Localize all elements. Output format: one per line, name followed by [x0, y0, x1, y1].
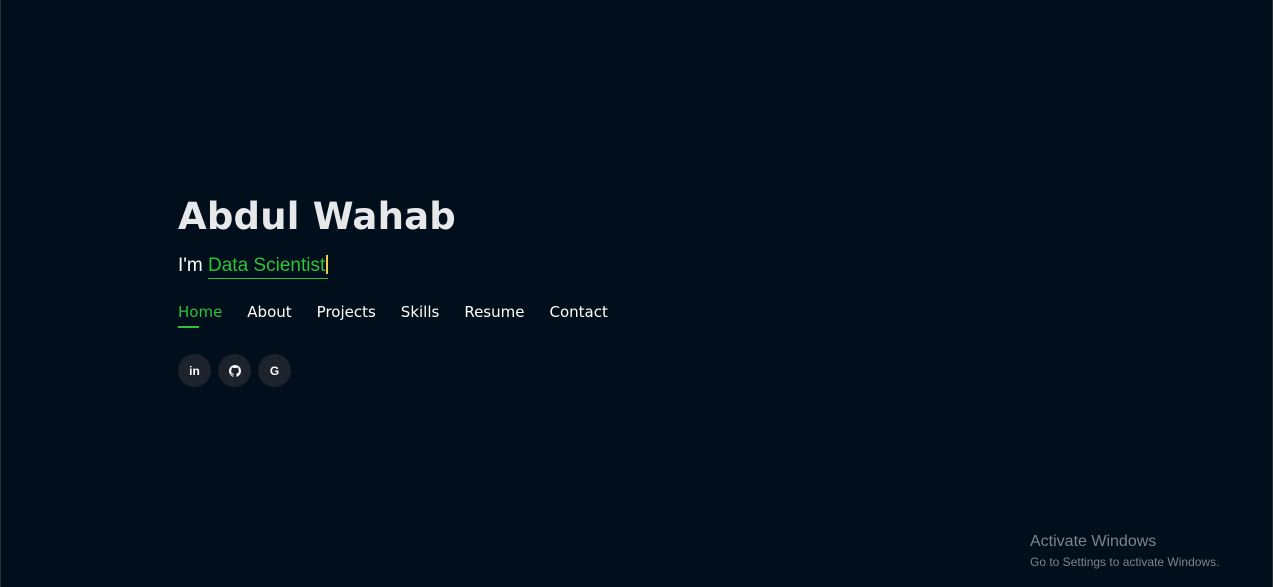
linkedin-button[interactable]: in	[178, 354, 211, 387]
nav-resume[interactable]: Resume	[464, 302, 524, 328]
nav-contact[interactable]: Contact	[549, 302, 607, 328]
typed-role: Data Scientist	[208, 255, 329, 279]
nav-home[interactable]: Home	[178, 302, 222, 328]
nav-skills[interactable]: Skills	[401, 302, 440, 328]
github-button[interactable]	[218, 354, 251, 387]
main-nav: Home About Projects Skills Resume Contac…	[178, 302, 633, 328]
hero-subtitle: I'm Data Scientist	[178, 254, 633, 279]
github-icon	[228, 364, 241, 377]
nav-projects[interactable]: Projects	[317, 302, 376, 328]
hero-section: Abdul Wahab I'm Data Scientist Home Abou…	[178, 193, 633, 387]
nav-about[interactable]: About	[247, 302, 291, 328]
watermark-title: Activate Windows	[1030, 533, 1157, 550]
linkedin-icon: in	[189, 363, 200, 378]
activate-windows-watermark: Activate Windows Go to Settings to activ…	[1030, 532, 1219, 570]
intro-prefix: I'm	[178, 255, 209, 276]
google-button[interactable]: G	[258, 354, 291, 387]
page-background: Abdul Wahab I'm Data Scientist Home Abou…	[0, 0, 1273, 587]
role-text: Data Scientist	[208, 255, 326, 276]
social-links: in G	[178, 354, 633, 387]
google-icon: G	[269, 363, 280, 378]
watermark-subtitle: Go to Settings to activate Windows.	[1030, 555, 1220, 569]
typing-cursor	[326, 255, 329, 274]
page-title: Abdul Wahab	[178, 195, 456, 238]
